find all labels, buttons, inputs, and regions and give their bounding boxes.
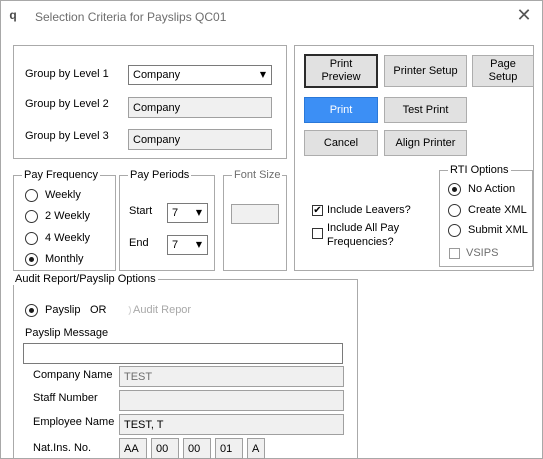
pay-frequency-legend: Pay Frequency (24, 169, 98, 181)
company-name-value: TEST (124, 371, 153, 383)
freq-monthly-label: Monthly (45, 253, 84, 265)
freq-2weekly-radio[interactable] (25, 210, 38, 223)
pay-periods-legend: Pay Periods (130, 169, 190, 181)
nat-ins-part-4[interactable]: 01 (215, 438, 243, 459)
end-period-select[interactable]: 7 ▼ (167, 235, 208, 255)
staff-number-label: Staff Number (33, 392, 98, 404)
freq-4weekly-radio[interactable] (25, 232, 38, 245)
chevron-down-icon[interactable]: ▼ (194, 236, 204, 254)
rti-options-legend: RTI Options (450, 164, 509, 176)
rti-create-xml-label: Create XML (468, 204, 527, 216)
rti-submit-xml-label: Submit XML (468, 224, 528, 236)
nat-ins-label: Nat.Ins. No. (33, 442, 92, 454)
chevron-down-icon[interactable]: ▼ (258, 66, 268, 84)
payslip-message-input[interactable] (23, 343, 343, 364)
staff-number-field[interactable] (119, 390, 344, 411)
nat-ins-part-2-value: 00 (156, 443, 169, 455)
audit-report-label: Audit Repor (133, 304, 192, 316)
rti-no-action-radio[interactable] (448, 183, 461, 196)
nat-ins-part-2[interactable]: 00 (151, 438, 179, 459)
include-leavers-label: Include Leavers? (327, 204, 411, 216)
vsips-checkbox[interactable] (449, 248, 460, 259)
start-period-value: 7 (172, 207, 179, 219)
nat-ins-part-1[interactable]: AA (119, 438, 147, 459)
start-label: Start (129, 205, 153, 217)
group-level3-value: Company (133, 134, 181, 146)
freq-2weekly-label: 2 Weekly (45, 210, 91, 222)
pay-periods-group: Pay Periods Start 7 ▼ End 7 ▼ (119, 169, 215, 271)
rti-options-group: RTI Options No Action Create XML Submit … (439, 164, 533, 267)
window-title: Selection Criteria for Payslips QC01 (35, 10, 227, 24)
group-level2-field[interactable]: Company (128, 97, 272, 118)
nat-ins-part-5[interactable]: A (247, 438, 265, 459)
group-level2-value: Company (133, 102, 181, 114)
include-all-freq-checkbox[interactable] (312, 228, 323, 239)
end-period-value: 7 (172, 239, 179, 251)
group-level1-select[interactable]: Company ▼ (128, 65, 272, 85)
app-icon: q (9, 8, 17, 22)
printer-setup-button[interactable]: Printer Setup (384, 55, 467, 87)
employee-name-label: Employee Name (33, 416, 115, 428)
payslip-radio[interactable] (25, 304, 38, 317)
chevron-down-icon[interactable]: ▼ (194, 204, 204, 222)
close-icon[interactable]: ✕ (512, 5, 536, 29)
group-level1-label: Group by Level 1 (25, 68, 109, 80)
include-leavers-checkbox[interactable]: ✔ (312, 205, 323, 216)
freq-monthly-radio[interactable] (25, 253, 38, 266)
rti-no-action-label: No Action (468, 183, 516, 195)
company-name-label: Company Name (33, 369, 113, 381)
employee-name-field[interactable]: TEST, T (119, 414, 344, 435)
test-print-button[interactable]: Test Print (384, 97, 467, 123)
nat-ins-part-4-value: 01 (220, 443, 233, 455)
group-level1-value: Company (133, 69, 181, 81)
start-period-select[interactable]: 7 ▼ (167, 203, 208, 223)
freq-weekly-radio[interactable] (25, 189, 38, 202)
nat-ins-part-1-value: AA (124, 443, 139, 455)
or-label: OR (90, 304, 107, 316)
title-bar[interactable]: q Selection Criteria for Payslips QC01 ✕ (1, 1, 542, 33)
nat-ins-part-3-value: 00 (188, 443, 201, 455)
group-by-panel: Group by Level 1 Company ▼ Group by Leve… (13, 45, 287, 159)
company-name-field[interactable]: TEST (119, 366, 344, 387)
end-label: End (129, 237, 149, 249)
font-size-legend: Font Size (234, 169, 281, 181)
font-size-field[interactable] (231, 204, 279, 224)
freq-weekly-label: Weekly (45, 189, 81, 201)
audit-payslip-group: Audit Report/Payslip Options Payslip OR … (13, 273, 358, 459)
nat-ins-part-5-value: A (252, 443, 260, 455)
rti-submit-xml-radio[interactable] (448, 224, 461, 237)
align-printer-button[interactable]: Align Printer (384, 130, 467, 156)
vsips-label: VSIPS (466, 247, 499, 259)
font-size-group: Font Size (223, 169, 287, 271)
group-level3-label: Group by Level 3 (25, 130, 109, 142)
employee-name-value: TEST, T (124, 419, 164, 431)
group-level2-label: Group by Level 2 (25, 98, 109, 110)
dialog-window: q Selection Criteria for Payslips QC01 ✕… (0, 0, 543, 459)
pay-frequency-group: Pay Frequency Weekly 2 Weekly 4 Weekly M… (13, 169, 116, 271)
page-setup-button[interactable]: Page Setup (472, 55, 534, 87)
audit-payslip-legend: Audit Report/Payslip Options (15, 273, 156, 285)
rti-create-xml-radio[interactable] (448, 204, 461, 217)
payslip-label: Payslip (45, 304, 81, 316)
actions-panel: Print Preview Printer Setup Page Setup P… (294, 45, 534, 271)
include-all-freq-label: Include All Pay Frequencies? (327, 222, 400, 248)
audit-report-radio[interactable] (118, 304, 131, 317)
group-level3-field[interactable]: Company (128, 129, 272, 150)
print-button[interactable]: Print (304, 97, 378, 123)
freq-4weekly-label: 4 Weekly (45, 232, 91, 244)
payslip-message-label: Payslip Message (25, 327, 109, 339)
print-preview-button[interactable]: Print Preview (304, 54, 378, 88)
nat-ins-part-3[interactable]: 00 (183, 438, 211, 459)
cancel-button[interactable]: Cancel (304, 130, 378, 156)
